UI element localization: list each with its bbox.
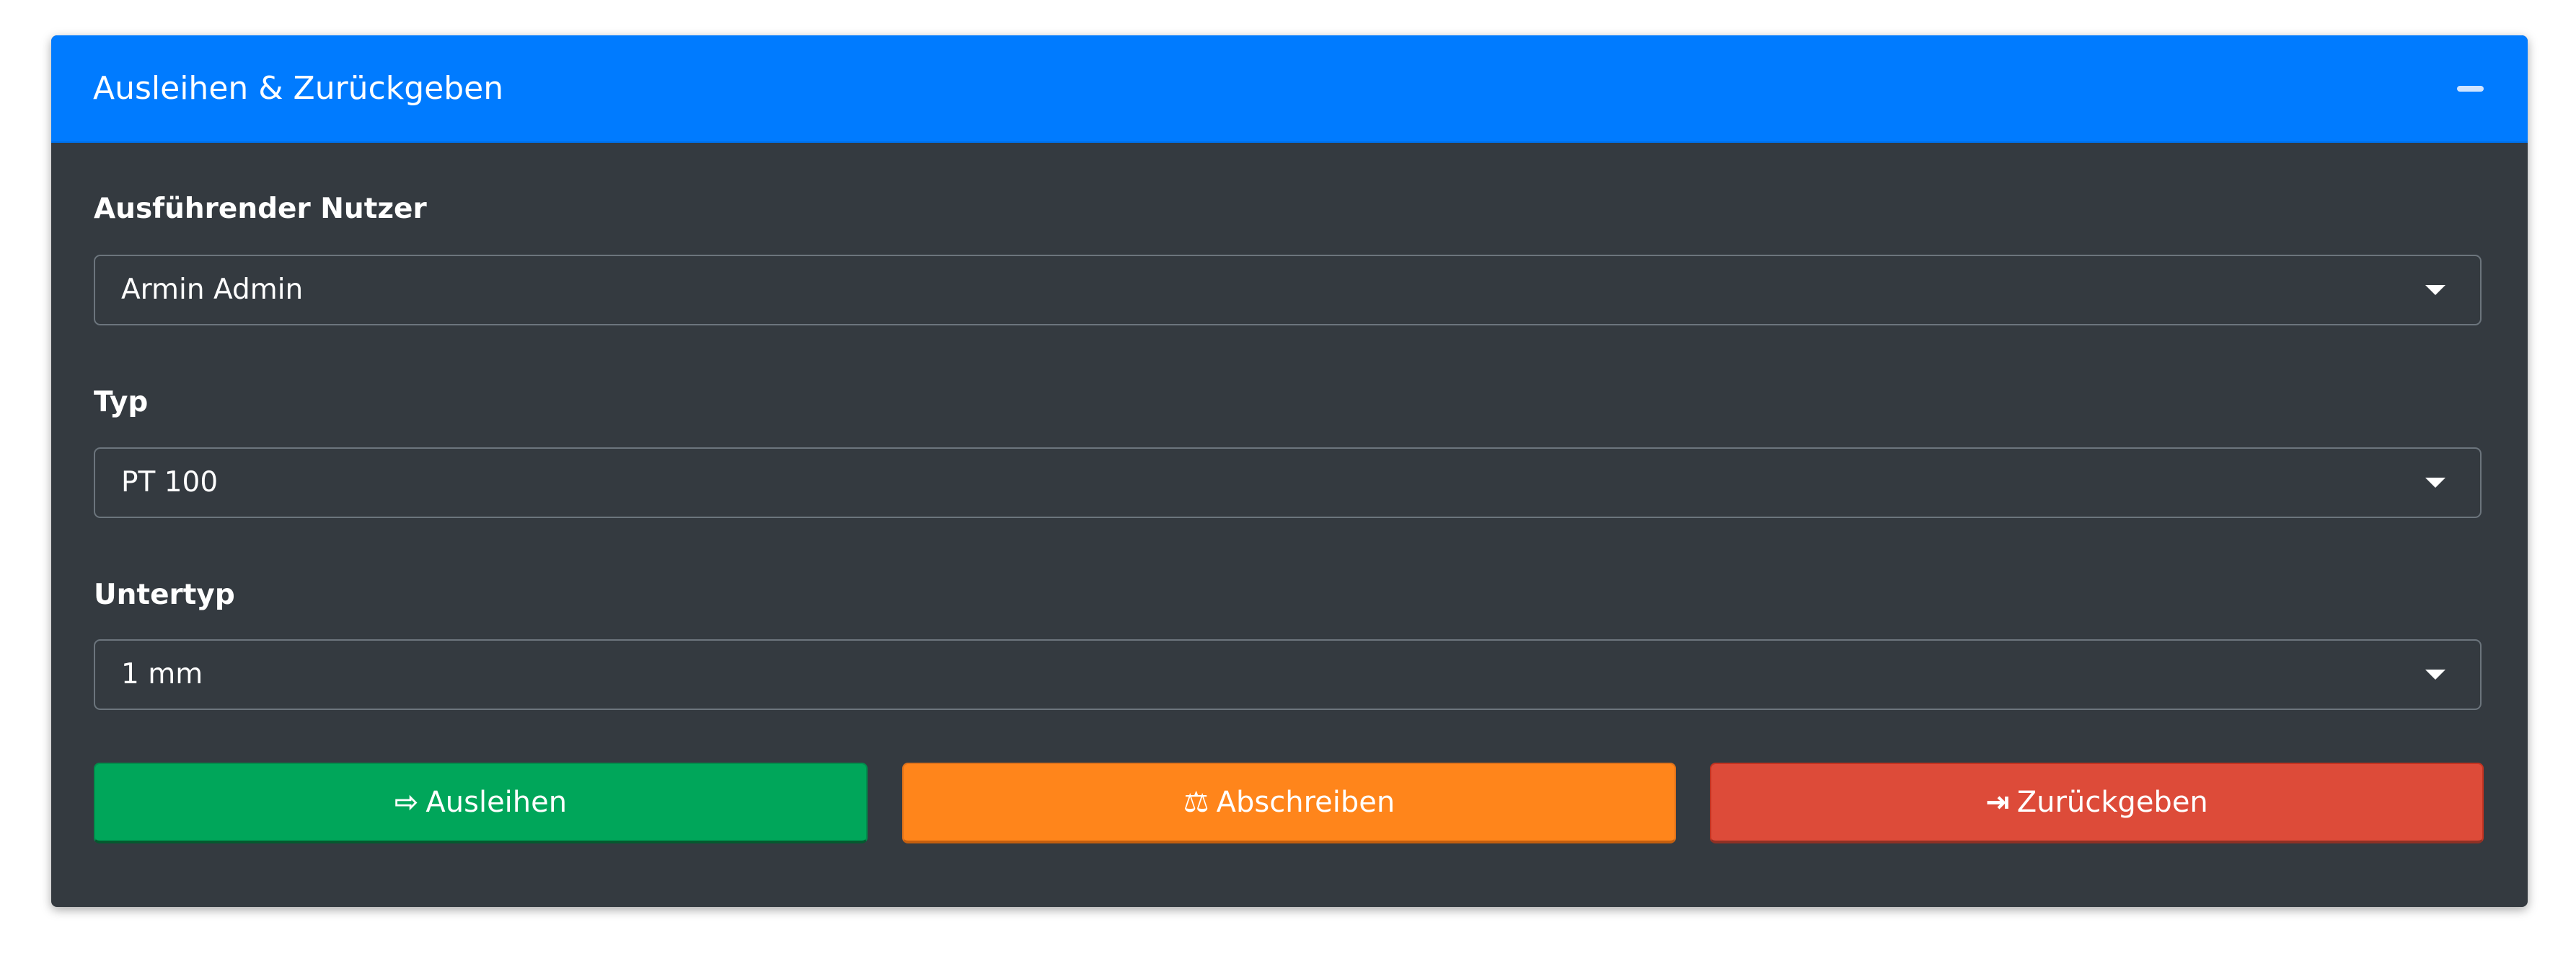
chevron-down-icon (2425, 478, 2445, 488)
user-select-value: Armin Admin (121, 273, 304, 306)
minus-icon (2457, 86, 2484, 92)
collapse-button[interactable] (2448, 79, 2492, 100)
lend-button-label: Ausleihen (425, 786, 568, 819)
return-button[interactable]: ⇥ Zurückgeben (1710, 763, 2484, 843)
card-title: Ausleihen & Zurückgeben (93, 70, 504, 107)
type-select[interactable]: PT 100 (94, 447, 2482, 518)
user-select[interactable]: Armin Admin (94, 255, 2482, 325)
write-off-button[interactable]: ⚖ Abschreiben (902, 763, 1676, 843)
sign-out-icon: ⇨ (394, 786, 419, 819)
write-off-button-label: Abschreiben (1216, 786, 1395, 819)
subtype-select-value: 1 mm (121, 658, 203, 690)
type-select-value: PT 100 (121, 466, 219, 499)
subtype-label: Untertyp (94, 579, 235, 611)
lend-button[interactable]: ⇨ Ausleihen (94, 763, 868, 843)
user-label: Ausführender Nutzer (94, 193, 427, 225)
type-label: Typ (94, 386, 149, 418)
card-header: Ausleihen & Zurückgeben (51, 35, 2528, 143)
balance-scale-icon: ⚖ (1183, 786, 1209, 819)
sign-in-icon: ⇥ (1985, 786, 2010, 819)
return-button-label: Zurückgeben (2016, 786, 2208, 819)
subtype-select[interactable]: 1 mm (94, 639, 2482, 710)
lend-return-card: Ausleihen & Zurückgeben Ausführender Nut… (51, 35, 2528, 907)
chevron-down-icon (2425, 285, 2445, 295)
chevron-down-icon (2425, 670, 2445, 680)
